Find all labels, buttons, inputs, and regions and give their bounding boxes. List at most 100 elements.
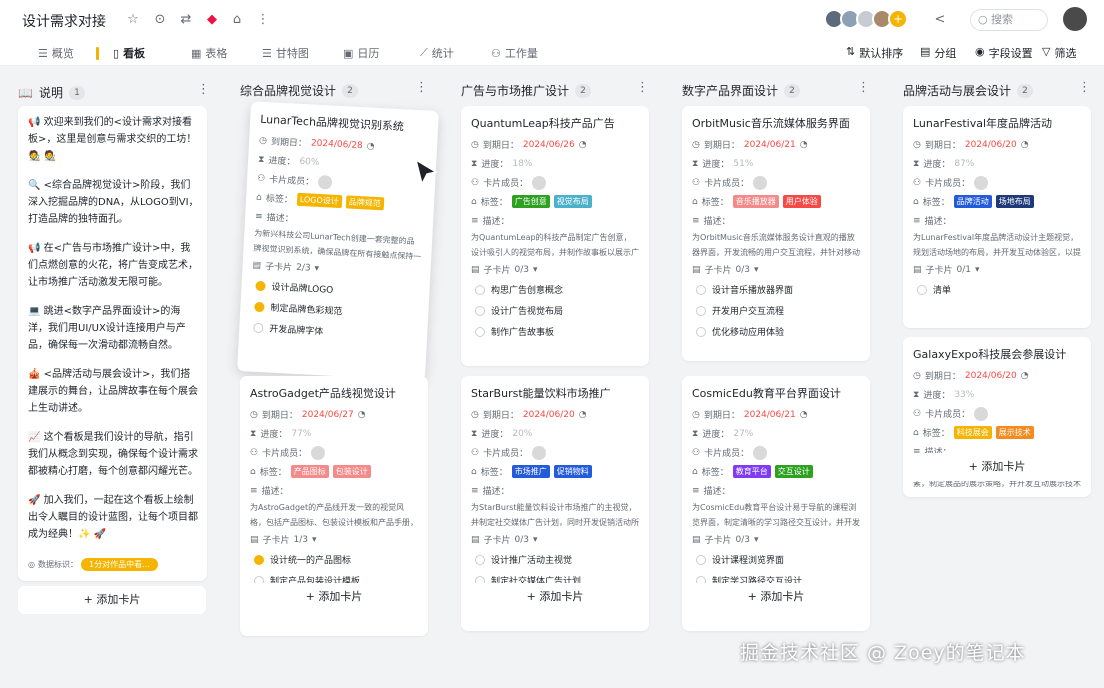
more-icon[interactable]: ⋮ [636,80,649,95]
more-icon[interactable]: ⋮ [197,82,210,97]
swap-icon[interactable]: ⇄ [178,12,194,28]
share-icon[interactable]: < [932,12,948,28]
checkbox[interactable] [254,554,264,565]
filter-button[interactable]: ▽ 筛选 [1042,45,1076,61]
add-card-button[interactable]: + 添加卡片 [903,453,1091,481]
add-card-button[interactable]: + 添加卡片 [461,583,649,611]
more-icon[interactable]: ⋮ [1078,80,1091,95]
checkbox[interactable] [255,280,266,291]
avatar[interactable] [753,175,768,190]
avatar[interactable] [532,445,547,460]
field-label: 标签： [480,468,508,478]
subtask-item[interactable]: 制作广告故事板 [475,321,649,342]
checkbox[interactable] [475,326,485,337]
field-label: 标签： [265,194,294,206]
subtask-item[interactable]: 设计课程浏览界面 [696,549,870,570]
checkbox[interactable] [475,554,485,565]
subtask-item[interactable]: 设计音乐播放器界面 [696,279,870,300]
tab-label: 表格 [205,47,228,60]
task-card[interactable]: QuantumLeap科技产品广告 ◷ 到期日： 2024/06/26 ◔ ⧗ 进度： 1… [461,106,649,366]
subtask-item[interactable]: 构思广告创意概念 [475,279,649,300]
subtask-item[interactable]: 优化移动应用体验 [696,321,870,342]
field-label: 描述： [703,487,731,497]
filter-label: 筛选 [1054,47,1077,60]
task-card[interactable]: LunarFestival年度品牌活动 ◷ 到期日： 2024/06/20 ◔ ⧗ 进度… [903,106,1091,328]
more-icon[interactable]: ⋮ [415,80,428,95]
checkbox[interactable] [696,326,706,337]
sort-icon: ⇅ [846,45,856,58]
checkbox[interactable] [253,322,264,333]
subcards-row[interactable]: ▤ 子卡片 0/3 ▾ [692,260,870,279]
tab-workload[interactable]: ⚇ 工作量 [491,45,538,61]
field-label: 卡片成员： [925,179,971,189]
subtask-item[interactable]: 开发用户交互流程 [696,300,870,321]
column-count: 1 [68,85,85,100]
avatar[interactable] [311,445,326,460]
tab-gantt[interactable]: ☰ 甘特图 [262,45,309,61]
tags-row: ⌂ 标签： 市场推广 促销物料 [471,462,649,481]
column-title: 说明 [38,86,63,100]
more-icon[interactable]: ⋮ [857,80,870,95]
checkbox[interactable] [696,554,706,565]
tab-board[interactable]: ▯ 看板 [113,45,145,61]
avatar[interactable] [317,174,333,190]
checkbox[interactable] [475,284,485,295]
subtask-label: 构思广告创意概念 [491,286,564,296]
task-card[interactable]: OrbitMusic音乐流媒体服务界面 ◷ 到期日： 2024/06/21 ◔ ⧗ 进度… [682,106,870,361]
subcards-row[interactable]: ▤ 子卡片 1/3 ▾ [250,530,428,549]
board-title[interactable]: 设计需求对接 [22,11,106,31]
add-card-button[interactable]: + 添加卡片 [682,583,870,611]
checkbox[interactable] [696,284,706,295]
avatar[interactable] [974,406,989,421]
search-input[interactable]: ○ 搜索 [970,9,1048,31]
lock-icon[interactable]: ⊙ [152,12,168,28]
member-avatars[interactable]: + [824,9,908,31]
avatar[interactable] [753,445,768,460]
tab-stats[interactable]: ⟋ 统计 [420,45,454,61]
subtask-item[interactable]: 设计推广活动主视觉 [475,549,649,570]
subcards-row[interactable]: ▤ 子卡片 0/1 ▾ [913,260,1091,279]
column-0: 综合品牌视觉设计 2 ⋮ LunarTech品牌视觉识别系统 ◷ 到期日： 2024/0… [230,70,439,688]
note-card[interactable]: 📢 欢迎来到我们的<设计需求对接看板>，这里是创意与需求交织的工坊！🧑‍🎨 🧑‍… [18,106,207,581]
tab-overview[interactable]: ☰ 概览 [38,45,74,61]
checkbox[interactable] [696,305,706,316]
sort-button[interactable]: ⇅ 默认排序 [846,45,903,61]
calendar-icon: ▣ [343,46,354,60]
subcards-row[interactable]: ▤ 子卡片 0/3 ▾ [471,260,649,279]
add-member-icon[interactable]: + [888,9,908,29]
tab-label: 日历 [357,47,380,60]
checkbox[interactable] [475,305,485,316]
subcards-row[interactable]: ▤ 子卡片 0/3 ▾ [692,530,870,549]
tag: 产品图标 [290,465,329,478]
checkbox[interactable] [917,284,927,295]
field-label: 标签： [922,429,950,439]
checkbox[interactable] [254,301,265,312]
task-card[interactable]: LunarTech品牌视觉识别系统 ◷ 到期日： 2024/06/28 ◔ ⧗ 进度： 6… [237,101,439,381]
add-card-button[interactable]: + 添加卡片 [240,583,428,611]
tag: 交互设计 [774,465,813,478]
avatar[interactable] [974,175,989,190]
add-card-button[interactable]: + 添加卡片 [18,586,206,614]
star-icon[interactable]: ☆ [125,12,141,28]
fields-button[interactable]: ◉ 字段设置 [975,45,1033,61]
tab-table[interactable]: ▦ 表格 [191,45,227,61]
tab-calendar[interactable]: ▣ 日历 [343,45,379,61]
alarm-icon: ◔ [1020,370,1029,381]
group-button[interactable]: ▤ 分组 [920,45,956,61]
field-label: 标签： [701,198,729,208]
robot-icon[interactable]: ⌂ [229,12,245,28]
subtask-item[interactable]: 清单 [917,279,1091,300]
subcards-count: 0/3 [514,264,530,275]
avatar[interactable] [532,175,547,190]
subtask-item[interactable]: 设计广告视觉布局 [475,300,649,321]
search-icon: ○ [978,13,988,26]
caret-icon: ▾ [533,264,538,275]
field-label: 到期日： [261,411,298,421]
person-icon: ⚇ [913,177,922,188]
subcards-row[interactable]: ▤ 子卡片 0/3 ▾ [471,530,649,549]
present-icon[interactable]: ◆ [204,12,220,28]
subtask-item[interactable]: 设计统一的产品图标 [254,549,428,570]
user-avatar[interactable] [1063,7,1087,31]
more-icon[interactable]: ⋮ [255,12,271,28]
caret-icon: ▾ [975,264,980,275]
